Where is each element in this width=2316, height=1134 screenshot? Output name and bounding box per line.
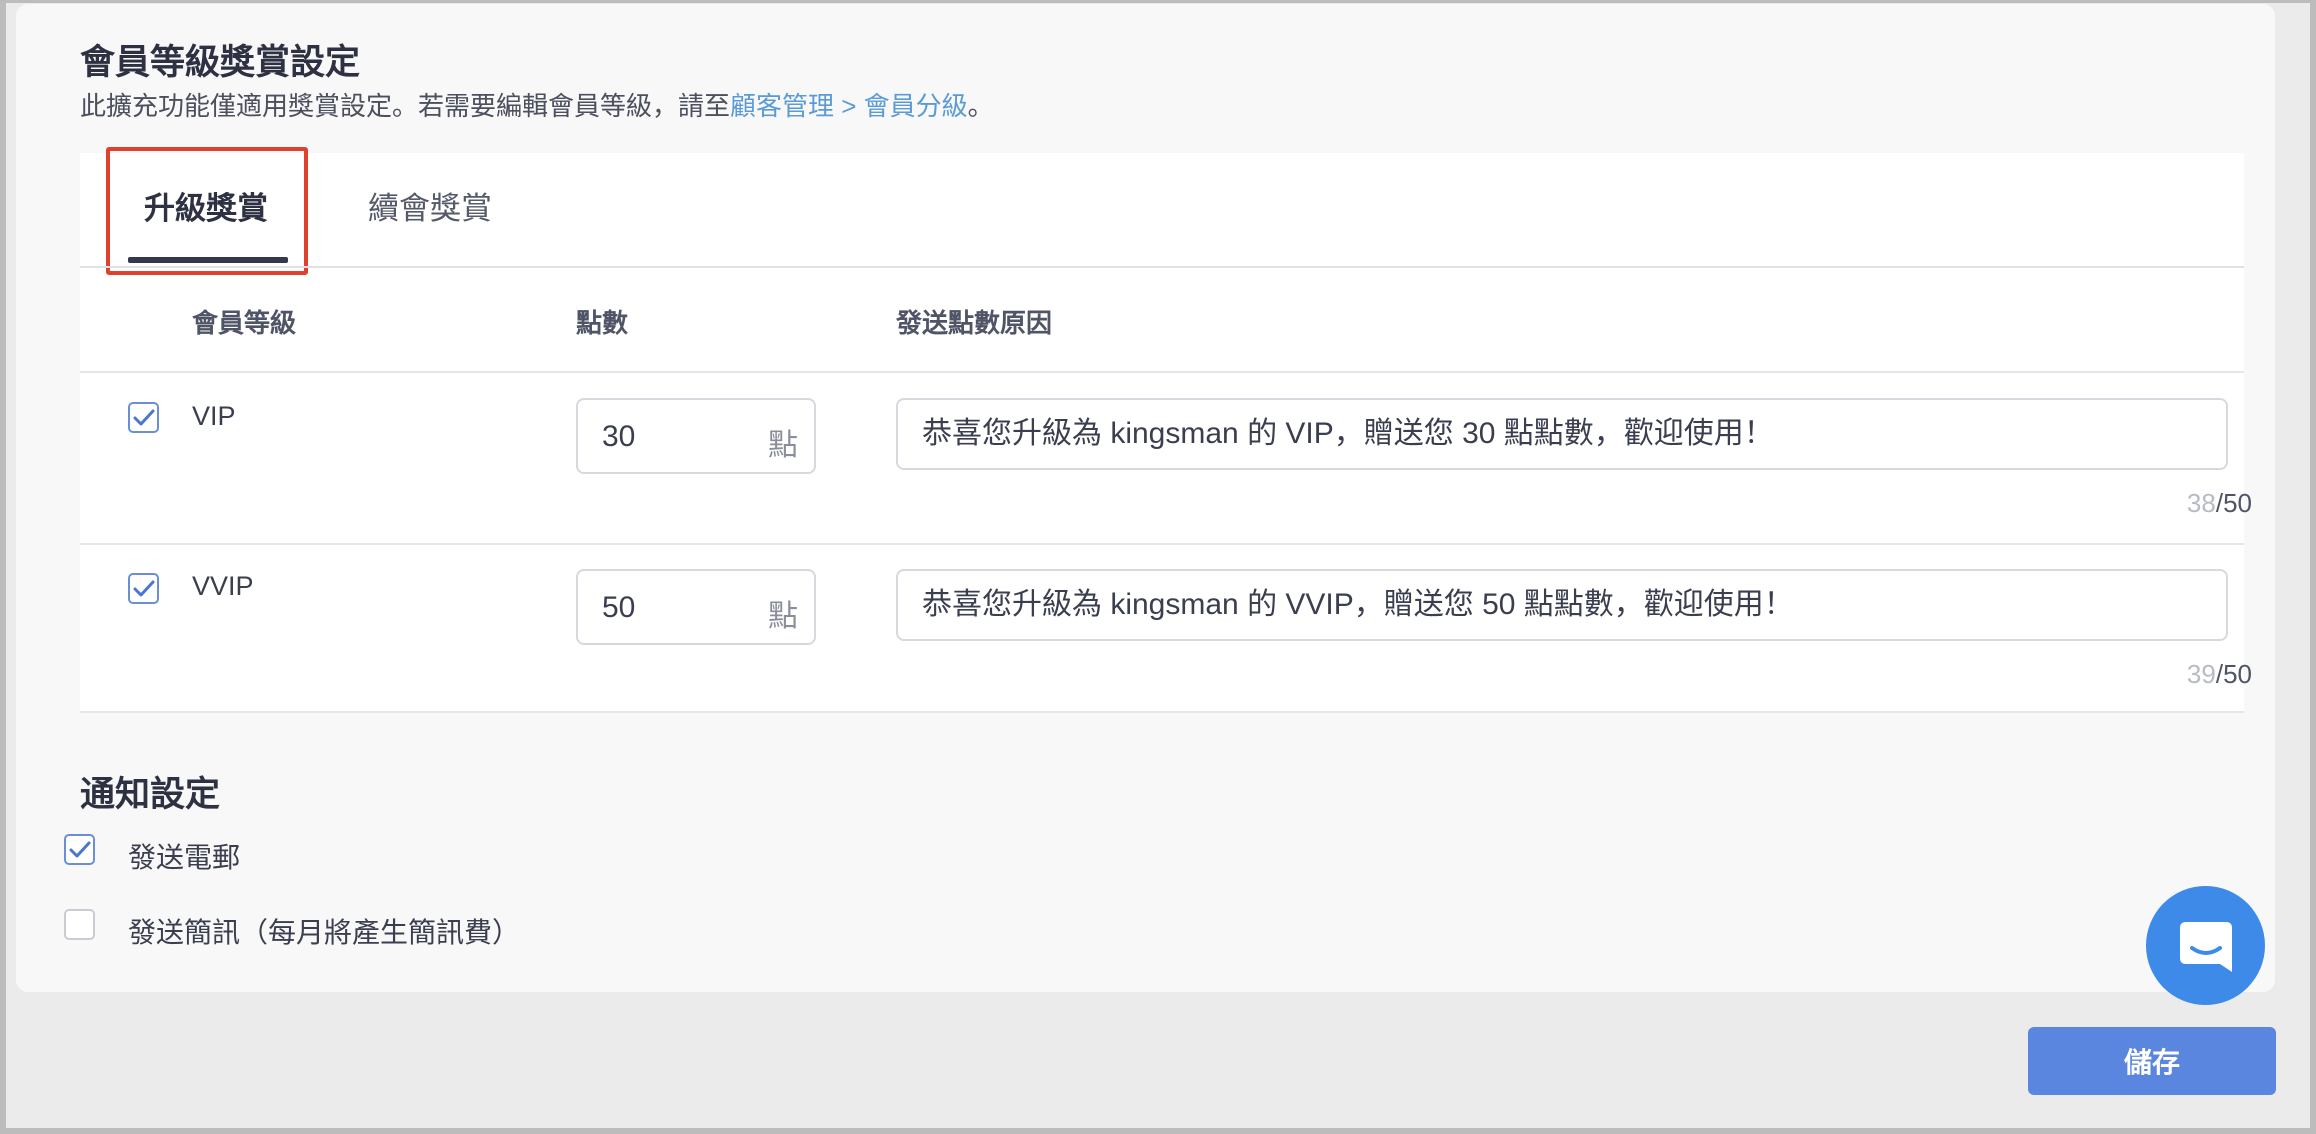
row-divider (80, 711, 2244, 713)
send-sms-label: 發送簡訊（每月將產生簡訊費） (128, 917, 521, 948)
tab-renewal-reward[interactable]: 續會獎賞 (368, 183, 492, 228)
points-unit: 點 (768, 429, 798, 462)
points-unit: 點 (768, 600, 798, 633)
vvip-reason-input[interactable]: 恭喜您升級為 kingsman 的 VVIP，贈送您 50 點點數，歡迎使用！ (896, 569, 2228, 641)
check-icon (69, 841, 91, 858)
vip-points-input[interactable]: 30 點 (576, 398, 816, 474)
tab-divider (80, 266, 2244, 268)
column-header-reason: 發送點數原因 (896, 308, 1053, 338)
page-description: 此擴充功能僅適用獎賞設定。若需要編輯會員等級，請至顧客管理 > 會員分級。 (80, 91, 994, 121)
chat-launcher-button[interactable] (2146, 886, 2265, 1005)
member-tier-link[interactable]: 顧客管理 > 會員分級 (730, 91, 968, 121)
column-header-level: 會員等級 (192, 308, 297, 338)
vvip-checkbox[interactable] (128, 573, 159, 604)
vip-reason-input[interactable]: 恭喜您升級為 kingsman 的 VIP，贈送您 30 點點數，歡迎使用！ (896, 398, 2228, 470)
send-email-checkbox[interactable] (64, 834, 95, 865)
check-icon (133, 580, 155, 597)
vip-checkbox[interactable] (128, 402, 159, 433)
points-value: 30 (602, 420, 636, 453)
column-header-points: 點數 (576, 308, 629, 338)
highlight-annotation (106, 147, 308, 275)
points-value: 50 (602, 591, 636, 624)
vip-char-counter: 38/50 (2186, 488, 2252, 518)
page-title: 會員等級獎賞設定 (80, 43, 361, 82)
save-button[interactable]: 儲存 (2028, 1027, 2276, 1095)
header-divider (80, 371, 2244, 373)
vvip-points-input[interactable]: 50 點 (576, 569, 816, 645)
check-icon (133, 409, 155, 426)
level-name-vip: VIP (192, 401, 236, 431)
send-sms-checkbox[interactable] (64, 909, 95, 940)
vvip-char-counter: 39/50 (2186, 659, 2252, 689)
send-email-label: 發送電郵 (128, 842, 241, 873)
chat-bubble-icon (2180, 922, 2232, 972)
row-divider (80, 543, 2244, 545)
settings-card: 會員等級獎賞設定 此擴充功能僅適用獎賞設定。若需要編輯會員等級，請至顧客管理 >… (16, 4, 2275, 992)
reward-panel: 升級獎賞 續會獎賞 會員等級 點數 發送點數原因 VIP 30 點 恭喜您升級為… (80, 147, 2252, 713)
level-name-vvip: VVIP (192, 571, 254, 601)
notification-title: 通知設定 (80, 775, 221, 814)
